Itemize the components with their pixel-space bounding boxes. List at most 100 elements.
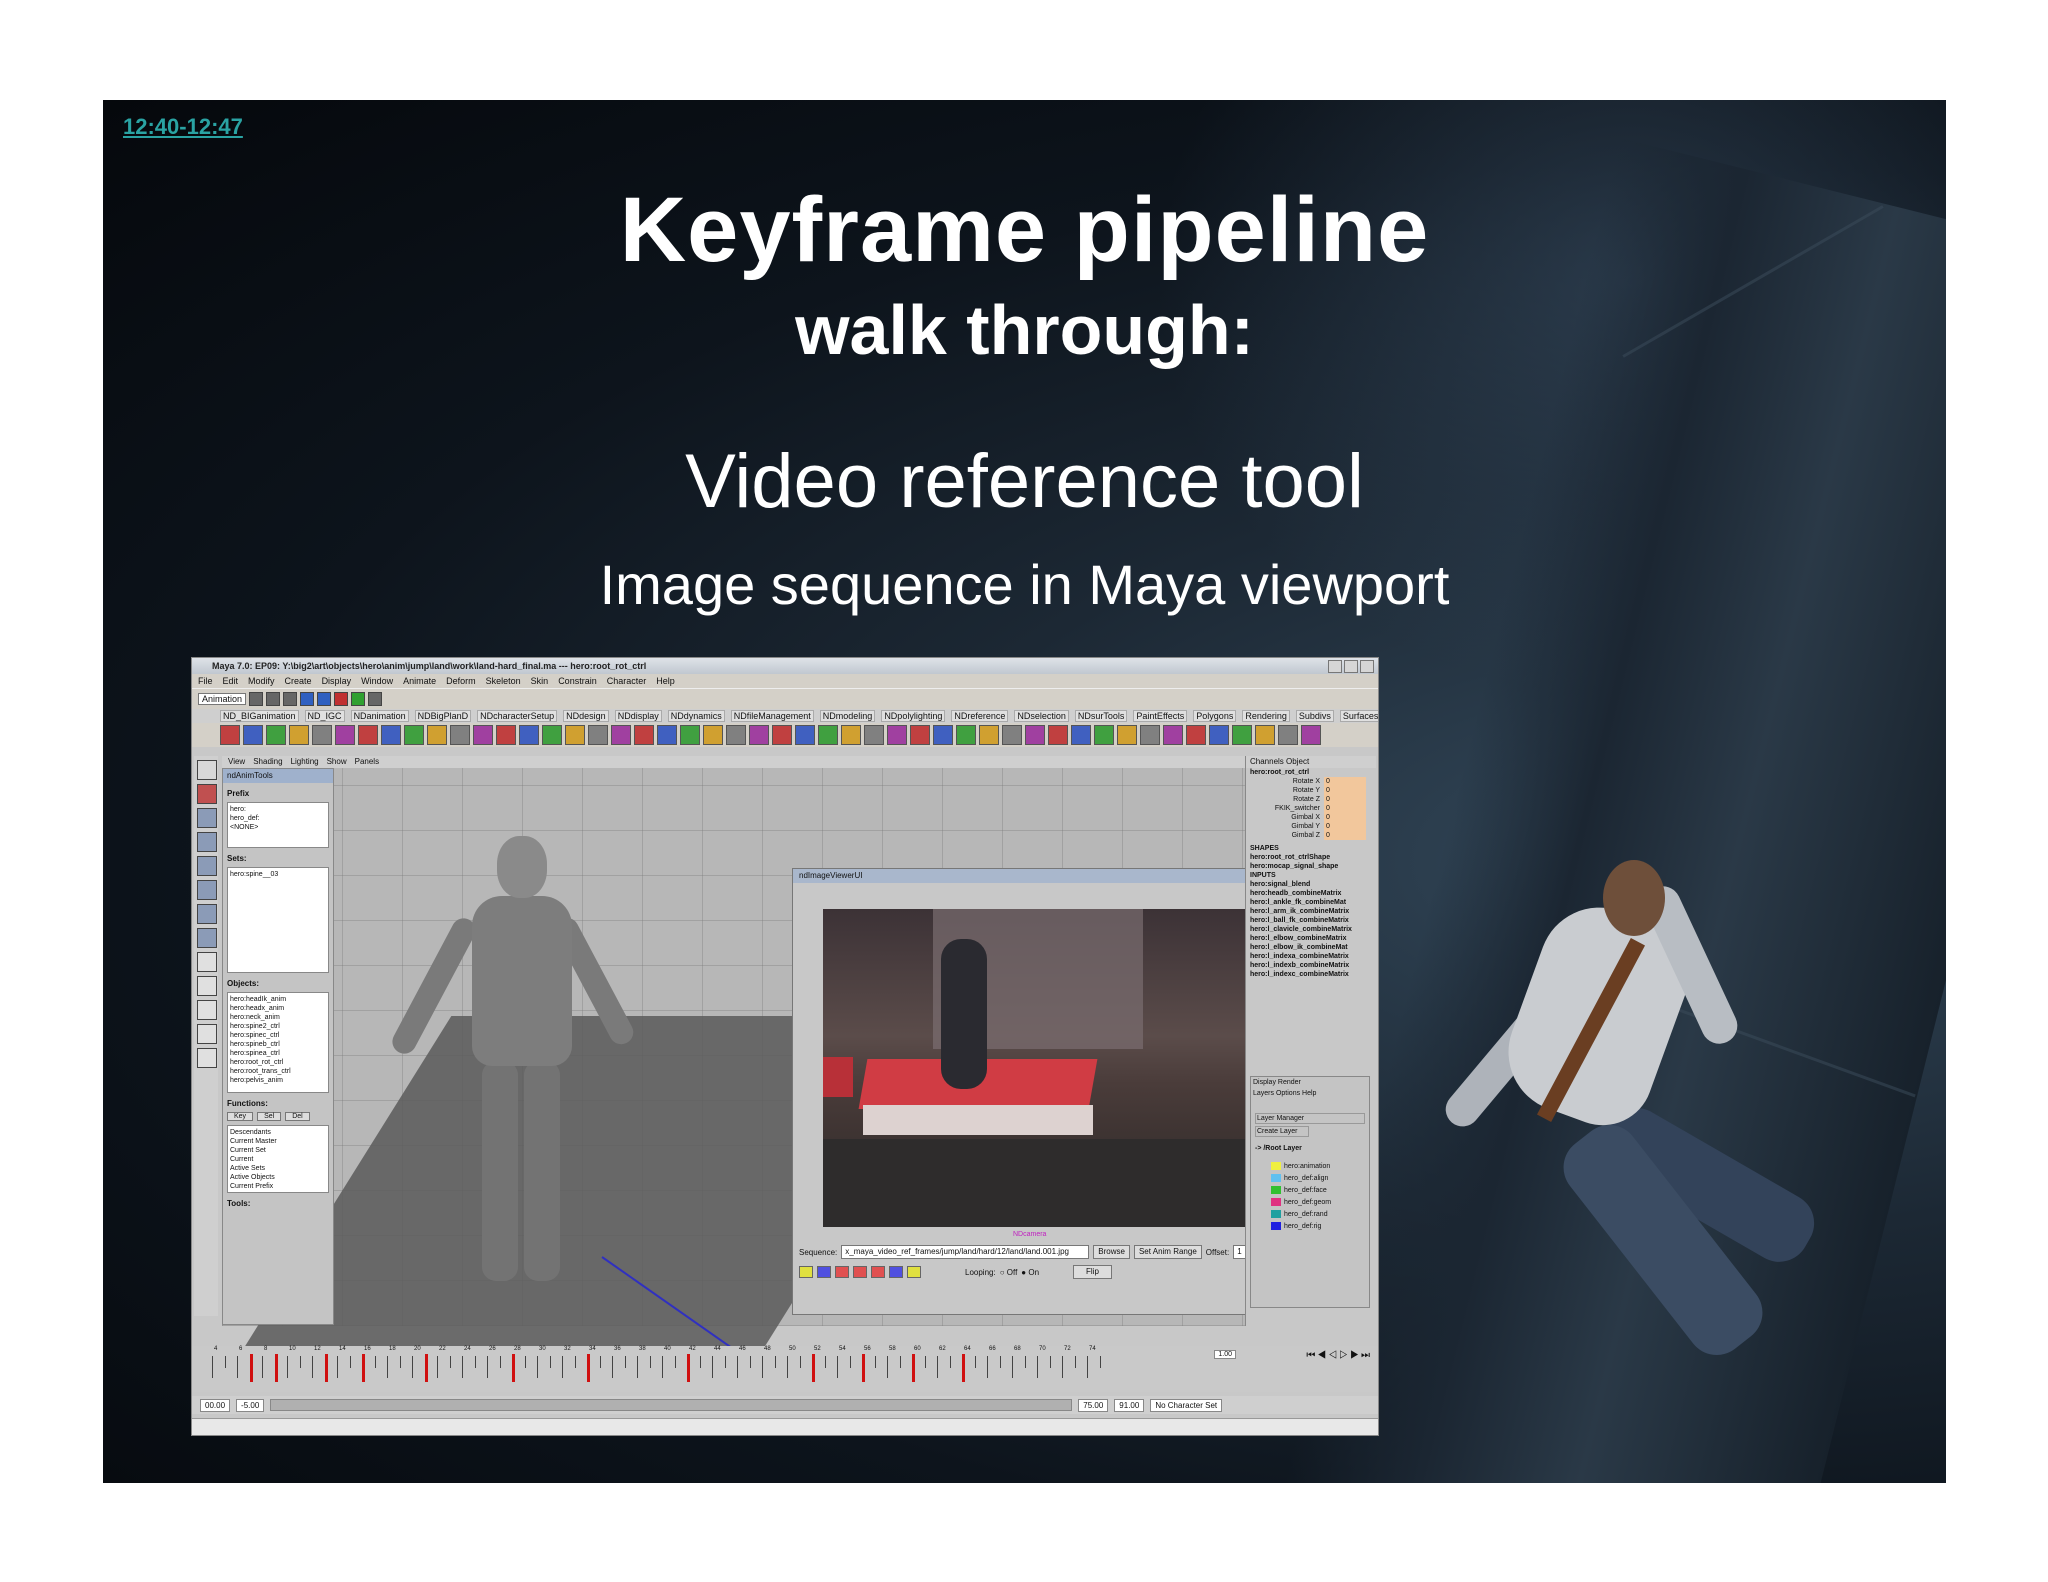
function-button[interactable]: Del [285,1112,310,1121]
shelf-tab[interactable]: Subdivs [1295,710,1334,722]
channel-attribute-row[interactable]: Rotate Z 0 [1246,795,1376,804]
channel-node-item[interactable]: hero:headb_combineMatrix [1246,889,1376,898]
list-item[interactable]: hero:root_rot_ctrl [230,1058,326,1067]
function-list[interactable]: Descendants Current Master Current Set Curr… [227,1125,329,1193]
playback-controls[interactable]: ⏮◀◁▷▶⏭ [1306,1350,1372,1361]
range-inner-start-field[interactable]: -5.00 [236,1398,265,1412]
layer-row[interactable]: hero_def:geom [1251,1196,1369,1208]
move-tool-icon[interactable] [197,808,217,828]
channel-attribute-value[interactable]: 0 [1324,795,1366,804]
list-item[interactable]: Current [230,1155,326,1164]
layer-menu-item[interactable]: Help [1302,1090,1316,1097]
channel-node-item[interactable]: hero:signal_blend [1246,880,1376,889]
range-slider-bar[interactable] [270,1399,1073,1411]
time-slider[interactable]: 1.00 ⏮◀◁▷▶⏭ 4 6 8 10 12 14 16 18 20 22 24 26 28 30 32 3… [192,1346,1378,1392]
command-line[interactable] [192,1418,1378,1435]
shelf-tool-icon[interactable] [818,725,838,745]
list-item[interactable]: hero_def: [230,814,326,823]
list-item[interactable]: hero:spine__03 [230,870,326,879]
viewport-menu-item[interactable]: Lighting [291,757,319,766]
list-item[interactable]: <NONE> [230,823,326,832]
shelf-tool-icon[interactable] [427,725,447,745]
keyframe-marker[interactable] [812,1354,815,1382]
channel-box-tab[interactable]: Object [1286,757,1309,766]
list-item[interactable]: hero:spine2_ctrl [230,1022,326,1031]
save-scene-icon[interactable] [283,692,298,706]
manipulator-tool-icon[interactable] [197,880,217,900]
shelf-tool-icon[interactable] [588,725,608,745]
shelf-tool-icon[interactable] [795,725,815,745]
timestamp-link[interactable]: 12:40-12:47 [123,114,243,140]
shelf-tool-icon[interactable] [726,725,746,745]
shelf-tool-icon[interactable] [979,725,999,745]
channel-box-tab[interactable]: Channels [1250,757,1284,766]
ipr-icon[interactable] [368,692,383,706]
list-item[interactable]: hero:spineb_ctrl [230,1040,326,1049]
select-tool-icon[interactable] [197,760,217,780]
keyframe-marker[interactable] [249,1354,253,1382]
list-item[interactable]: hero:pelvis_anim [230,1076,326,1085]
menu-item[interactable]: Character [607,676,647,686]
render-icon[interactable] [351,692,366,706]
channel-attribute-row[interactable]: Gimbal X 0 [1246,813,1376,822]
list-item[interactable]: Active Sets [230,1164,326,1173]
shelf-tool-icon[interactable] [1278,725,1298,745]
viewport-menu-item[interactable]: Panels [355,757,379,766]
channel-node-item[interactable]: hero:l_arm_ik_combineMatrix [1246,907,1376,916]
list-item[interactable]: hero:headIk_anim [230,995,326,1004]
layout-side-icon[interactable] [197,1000,217,1020]
shelf-tool-icon[interactable] [335,725,355,745]
flip-button[interactable]: Flip [1073,1265,1112,1279]
shelf-tab[interactable]: NDdesign [563,710,609,722]
layout-single-icon[interactable] [197,952,217,972]
channel-attribute-value[interactable]: 0 [1324,804,1366,813]
shelf-tab[interactable]: ND_BIGanimation [220,710,299,722]
shelf-tool-icon[interactable] [1071,725,1091,745]
shelf-tool-icon[interactable] [1025,725,1045,745]
shelf-tab[interactable]: ND_IGC [304,710,345,722]
shelf-tool-icon[interactable] [680,725,700,745]
character-model[interactable] [388,836,638,1296]
looping-on-radio[interactable]: ● On [1021,1268,1039,1277]
menu-item[interactable]: Create [285,676,312,686]
prefix-list[interactable]: hero: hero_def: <NONE> [227,802,329,848]
lasso-tool-icon[interactable] [197,784,217,804]
list-item[interactable]: Descendants [230,1128,326,1137]
keyframe-marker[interactable] [587,1354,590,1382]
shelf-tool-icon[interactable] [542,725,562,745]
shelf-tab[interactable]: NDreference [951,710,1009,722]
shelf-tab[interactable]: Polygons [1193,710,1237,722]
list-item[interactable]: Current Prefix [230,1182,326,1191]
shelf-tool-icon[interactable] [450,725,470,745]
list-item[interactable]: hero:root_trans_ctrl [230,1067,326,1076]
shelf-tool-icon[interactable] [864,725,884,745]
menu-item[interactable]: File [198,676,213,686]
viewport-menu-item[interactable]: Shading [253,757,282,766]
play-back-button[interactable] [871,1266,885,1278]
shelf-tool-icon[interactable] [611,725,631,745]
list-item[interactable]: hero:spinec_ctrl [230,1031,326,1040]
shelf-tool-icon[interactable] [565,725,585,745]
range-end-field[interactable]: 91.00 [1114,1398,1145,1412]
channel-node-item[interactable]: hero:l_ball_fk_combineMatrix [1246,916,1376,925]
shelf-tool-icon[interactable] [749,725,769,745]
stop-button[interactable] [835,1266,849,1278]
rotate-tool-icon[interactable] [197,832,217,852]
keyframe-marker[interactable] [274,1354,278,1382]
shelf-tool-icon[interactable] [657,725,677,745]
shelf-tab[interactable]: PaintEffects [1133,710,1188,722]
snap-grid-icon[interactable] [317,692,332,706]
snap-curve-icon[interactable] [334,692,349,706]
open-scene-icon[interactable] [266,692,281,706]
keyframe-marker[interactable] [862,1354,865,1382]
channel-attribute-value[interactable]: 0 [1324,813,1366,822]
viewport-menu-item[interactable]: View [228,757,245,766]
channel-attribute-row[interactable]: Gimbal Y 0 [1246,822,1376,831]
layer-row[interactable]: hero_def:rig [1251,1220,1369,1232]
soft-mod-tool-icon[interactable] [197,904,217,924]
menu-item[interactable]: Edit [223,676,239,686]
layer-tab[interactable]: Display [1253,1079,1276,1086]
shelf-tool-icon[interactable] [634,725,654,745]
select-icon[interactable] [300,692,315,706]
layer-menu-item[interactable]: Layers [1253,1090,1274,1097]
